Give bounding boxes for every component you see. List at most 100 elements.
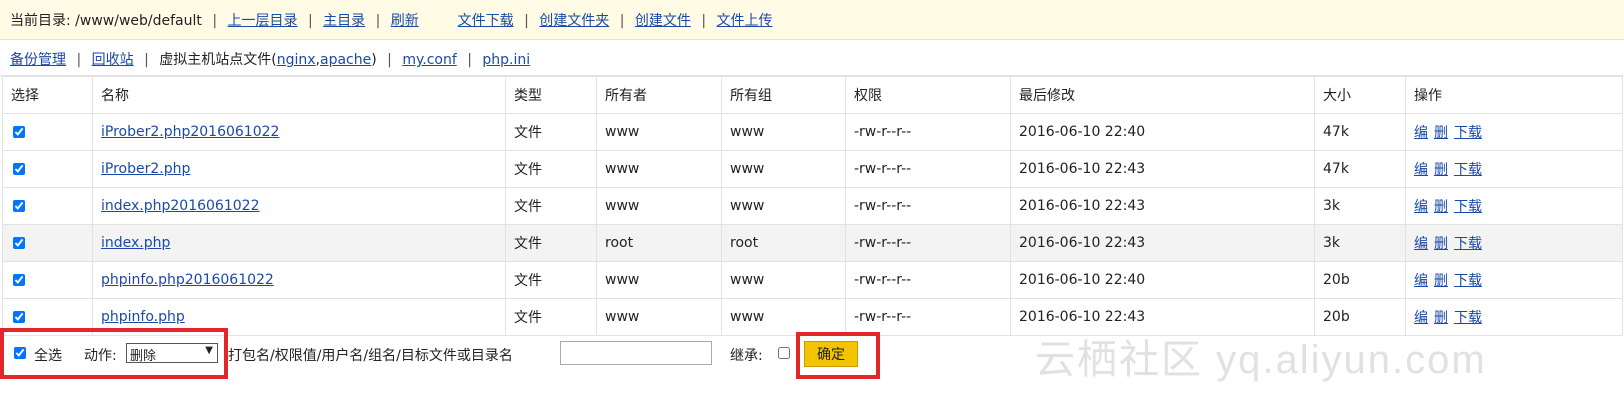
apache-link[interactable]: apache: [320, 52, 371, 68]
file-permission: -rw-r--r--: [845, 298, 1011, 336]
table-row: iProber2.php 文件 www www -rw-r--r-- 2016-…: [2, 150, 1623, 188]
file-permission: -rw-r--r--: [845, 224, 1011, 262]
row-checkbox[interactable]: [13, 200, 25, 212]
col-size: 大小: [1314, 76, 1406, 114]
file-name-link[interactable]: iProber2.php2016061022: [101, 124, 279, 140]
file-name-link[interactable]: phpinfo.php: [101, 309, 185, 325]
backup-link[interactable]: 备份管理: [10, 52, 66, 68]
row-checkbox[interactable]: [13, 274, 25, 286]
table-row: iProber2.php2016061022 文件 www www -rw-r-…: [2, 113, 1623, 151]
delete-link[interactable]: 删: [1434, 162, 1448, 178]
table-header: 选择 名称 类型 所有者 所有组 权限 最后修改 大小 操作: [2, 76, 1623, 114]
table-row: phpinfo.php2016061022 文件 www www -rw-r--…: [2, 261, 1623, 299]
file-upload-link[interactable]: 文件上传: [717, 13, 773, 29]
download-link[interactable]: 下载: [1454, 199, 1482, 215]
file-permission: -rw-r--r--: [845, 261, 1011, 299]
file-owner: root: [596, 224, 722, 262]
file-mtime: 2016-06-10 22:40: [1010, 113, 1315, 151]
create-file-link[interactable]: 创建文件: [635, 13, 691, 29]
myconf-link[interactable]: my.conf: [402, 52, 456, 68]
file-download-link[interactable]: 文件下载: [458, 13, 514, 29]
file-group: www: [721, 261, 846, 299]
row-checkbox[interactable]: [13, 126, 25, 138]
col-owner: 所有者: [596, 76, 722, 114]
row-checkbox[interactable]: [13, 237, 25, 249]
delete-link[interactable]: 删: [1434, 199, 1448, 215]
delete-link[interactable]: 删: [1434, 125, 1448, 141]
file-group: www: [721, 150, 846, 188]
table-row: index.php2016061022 文件 www www -rw-r--r-…: [2, 187, 1623, 225]
file-size: 47k: [1314, 113, 1406, 151]
row-checkbox[interactable]: [13, 311, 25, 323]
col-actions: 操作: [1405, 76, 1623, 114]
file-permission: -rw-r--r--: [845, 187, 1011, 225]
phpini-link[interactable]: php.ini: [482, 52, 530, 68]
edit-link[interactable]: 编: [1414, 162, 1428, 178]
file-group: www: [721, 113, 846, 151]
col-modified: 最后修改: [1010, 76, 1315, 114]
file-type: 文件: [505, 261, 597, 299]
file-group: root: [721, 224, 846, 262]
file-size: 47k: [1314, 150, 1406, 188]
col-type: 类型: [505, 76, 597, 114]
file-owner: www: [596, 261, 722, 299]
current-dir-label: 当前目录: /www/web/default: [10, 13, 202, 29]
param-label: 打包名/权限值/用户名/组名/目标文件或目录名: [228, 348, 513, 364]
file-type: 文件: [505, 113, 597, 151]
file-mtime: 2016-06-10 22:43: [1010, 187, 1315, 225]
delete-link[interactable]: 删: [1434, 236, 1448, 252]
file-permission: -rw-r--r--: [845, 150, 1011, 188]
edit-link[interactable]: 编: [1414, 125, 1428, 141]
file-name-link[interactable]: iProber2.php: [101, 161, 190, 177]
vhost-label: 虚拟主机站点文件(: [159, 52, 277, 68]
edit-link[interactable]: 编: [1414, 310, 1428, 326]
download-link[interactable]: 下载: [1454, 125, 1482, 141]
inherit-label: 继承:: [730, 348, 763, 364]
edit-link[interactable]: 编: [1414, 273, 1428, 289]
file-group: www: [721, 298, 846, 336]
home-dir-link[interactable]: 主目录: [323, 13, 365, 29]
nginx-link[interactable]: nginx: [277, 52, 316, 68]
param-input[interactable]: [560, 341, 712, 365]
col-permission: 权限: [845, 76, 1011, 114]
file-group: www: [721, 187, 846, 225]
file-type: 文件: [505, 224, 597, 262]
download-link[interactable]: 下载: [1454, 162, 1482, 178]
edit-link[interactable]: 编: [1414, 199, 1428, 215]
file-permission: -rw-r--r--: [845, 113, 1011, 151]
delete-link[interactable]: 删: [1434, 273, 1448, 289]
config-bar: 备份管理 | 回收站 | 虚拟主机站点文件(nginx,apache) | my…: [0, 40, 1624, 76]
path-bar: 当前目录: /www/web/default | 上一层目录 | 主目录 | 刷…: [0, 0, 1624, 40]
file-table: 选择 名称 类型 所有者 所有组 权限 最后修改 大小 操作 iProber2.…: [2, 76, 1623, 336]
col-select: 选择: [2, 76, 93, 114]
parent-dir-link[interactable]: 上一层目录: [228, 13, 298, 29]
file-type: 文件: [505, 150, 597, 188]
col-group: 所有组: [721, 76, 846, 114]
inherit-checkbox[interactable]: [778, 347, 790, 359]
delete-link[interactable]: 删: [1434, 310, 1448, 326]
download-link[interactable]: 下载: [1454, 236, 1482, 252]
file-size: 3k: [1314, 187, 1406, 225]
edit-link[interactable]: 编: [1414, 236, 1428, 252]
file-owner: www: [596, 113, 722, 151]
file-owner: www: [596, 150, 722, 188]
file-name-link[interactable]: phpinfo.php2016061022: [101, 272, 274, 288]
file-mtime: 2016-06-10 22:43: [1010, 150, 1315, 188]
file-type: 文件: [505, 298, 597, 336]
file-size: 3k: [1314, 224, 1406, 262]
col-name: 名称: [92, 76, 506, 114]
file-mtime: 2016-06-10 22:40: [1010, 261, 1315, 299]
highlight-box-confirm: [796, 332, 880, 379]
download-link[interactable]: 下载: [1454, 273, 1482, 289]
download-link[interactable]: 下载: [1454, 310, 1482, 326]
file-name-link[interactable]: index.php: [101, 235, 170, 251]
file-size: 20b: [1314, 261, 1406, 299]
create-folder-link[interactable]: 创建文件夹: [539, 13, 609, 29]
refresh-link[interactable]: 刷新: [391, 13, 419, 29]
file-name-link[interactable]: index.php2016061022: [101, 198, 259, 214]
file-owner: www: [596, 187, 722, 225]
file-owner: www: [596, 298, 722, 336]
table-row: index.php 文件 root root -rw-r--r-- 2016-0…: [2, 224, 1623, 262]
row-checkbox[interactable]: [13, 163, 25, 175]
recycle-bin-link[interactable]: 回收站: [92, 52, 134, 68]
